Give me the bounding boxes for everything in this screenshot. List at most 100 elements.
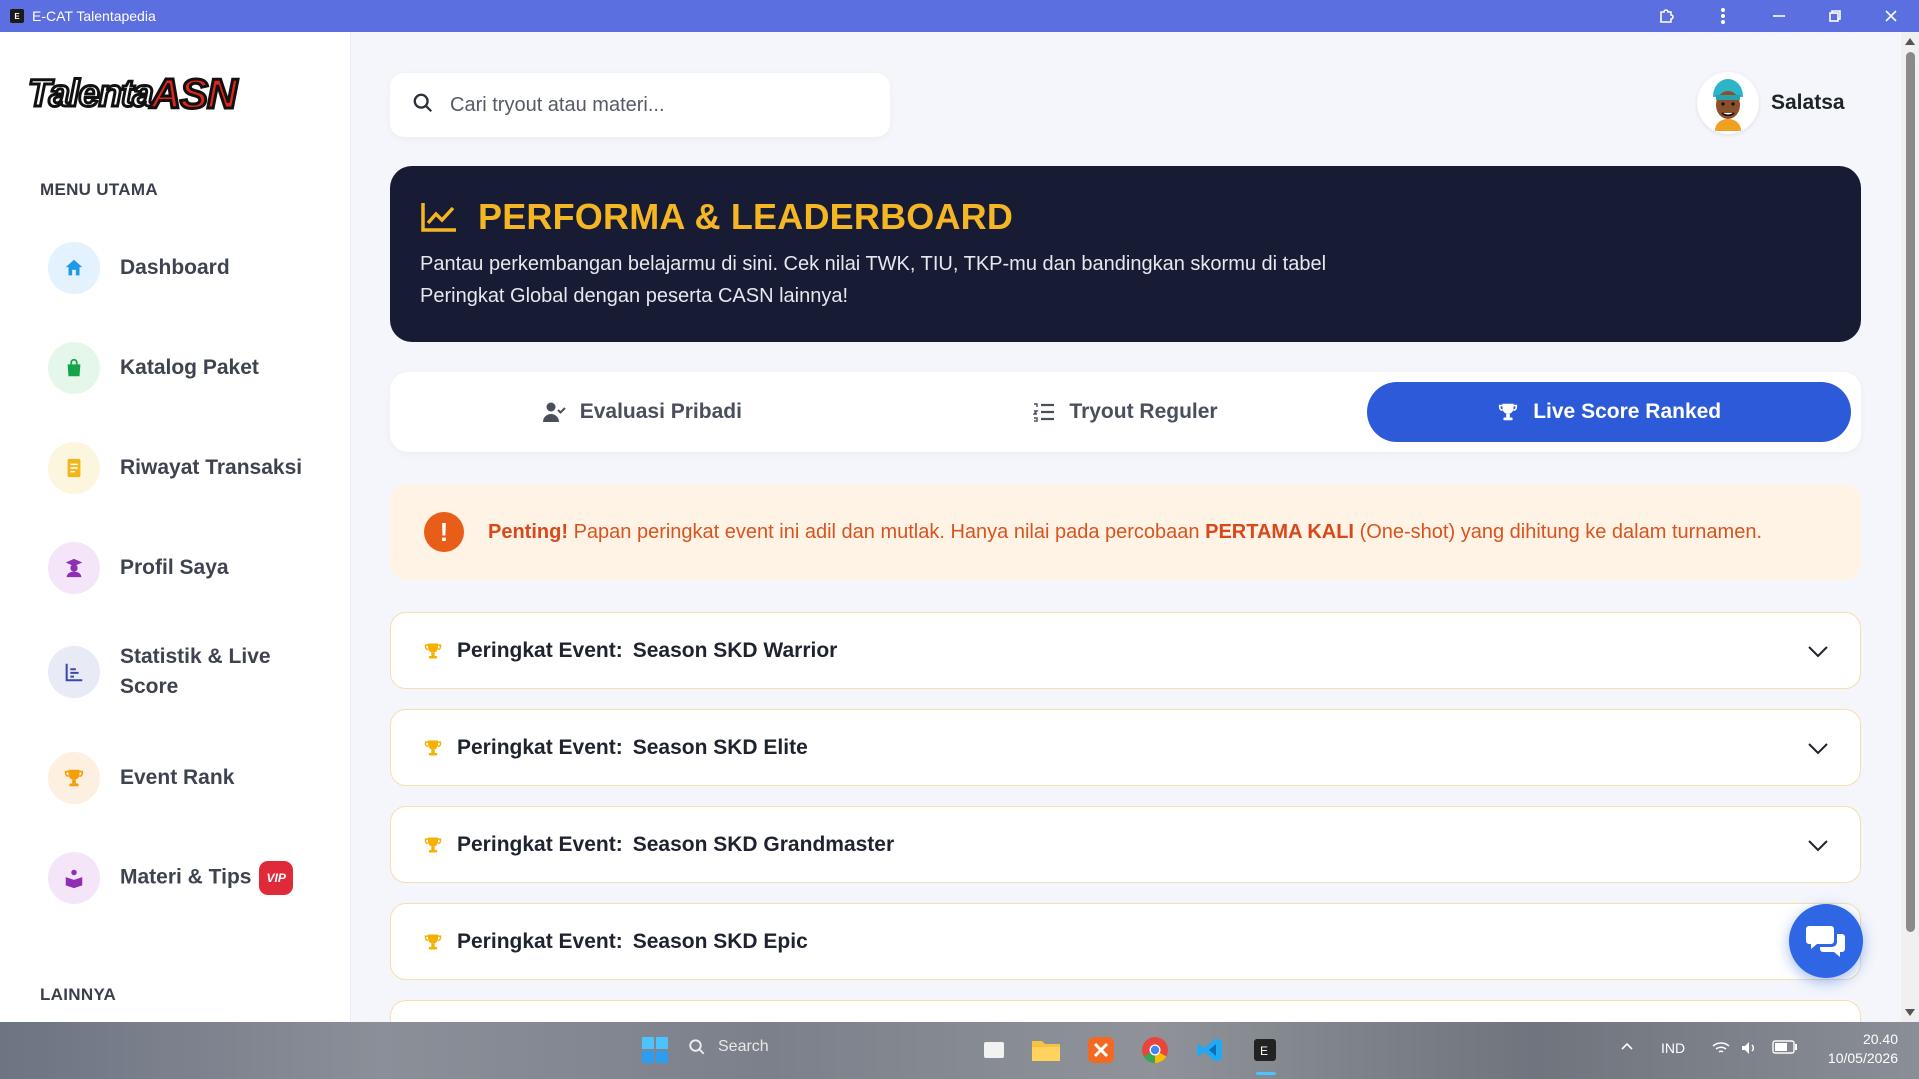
page-scrollbar[interactable] <box>1901 32 1919 1022</box>
wifi-icon[interactable] <box>1712 1040 1730 1059</box>
alert-lead: Penting! <box>488 520 568 543</box>
performance-hero-banner: PERFORMA & LEADERBOARD Pantau perkembang… <box>390 166 1861 342</box>
exclamation-icon: ! <box>424 512 464 552</box>
alert-text-1: Papan peringkat event ini adil dan mutla… <box>573 520 1200 543</box>
sidebar-item-profil-saya[interactable]: Profil Saya <box>48 542 328 594</box>
battery-icon[interactable] <box>1772 1040 1798 1057</box>
search-input[interactable] <box>450 93 850 117</box>
sidebar-item-dashboard[interactable]: Dashboard <box>48 242 328 294</box>
event-accordion-elite[interactable]: Peringkat Event: Season SKD Elite <box>390 709 1861 786</box>
sidebar-item-label: Statistik & Live Score <box>120 645 271 698</box>
trophy-icon <box>1497 401 1519 423</box>
event-accordion-partial[interactable] <box>390 1000 1861 1022</box>
volume-icon[interactable] <box>1740 1040 1758 1059</box>
event-accordion-grandmaster[interactable]: Peringkat Event: Season SKD Grandmaster <box>390 806 1861 883</box>
taskbar-clock[interactable]: 20.40 10/05/2026 <box>1818 1030 1898 1068</box>
sidebar-item-katalog-paket[interactable]: Katalog Paket <box>48 342 328 394</box>
user-profile[interactable]: Salatsa <box>1697 72 1845 134</box>
hero-title: PERFORMA & LEADERBOARD <box>478 196 1014 237</box>
talenta-asn-logo[interactable]: Talenta ASN <box>27 69 239 119</box>
vscode-icon[interactable] <box>1192 1032 1228 1068</box>
chevron-down-icon[interactable] <box>1806 833 1830 863</box>
sidebar-item-event-rank[interactable]: Event Rank <box>48 752 328 804</box>
sidebar: Talenta ASN MENU UTAMA Dashboard Katalog… <box>0 32 351 1022</box>
sidebar-item-riwayat-transaksi[interactable]: Riwayat Transaksi <box>48 442 328 494</box>
event-name: Season SKD Grandmaster <box>632 832 895 856</box>
search-icon <box>689 1039 705 1055</box>
windows-taskbar: Search E IND 20.40 10/05/2026 <box>0 1022 1919 1079</box>
receipt-icon <box>48 442 100 494</box>
event-name: Season SKD Epic <box>632 929 808 953</box>
tab-evaluasi-pribadi[interactable]: Evaluasi Pribadi <box>400 382 884 442</box>
logo-text-asn: ASN <box>149 69 239 119</box>
event-prefix: Peringkat Event: <box>457 735 623 759</box>
tab-label: Evaluasi Pribadi <box>579 400 742 423</box>
search-bar[interactable] <box>390 73 890 137</box>
sidebar-item-materi-tips[interactable]: Materi & Tips VIP <box>48 852 328 904</box>
comments-icon <box>1806 926 1845 957</box>
user-check-icon <box>542 401 566 423</box>
user-name: Salatsa <box>1771 91 1845 114</box>
alert-message: Penting! Papan peringkat event ini adil … <box>488 521 1762 544</box>
chrome-icon[interactable] <box>1137 1032 1173 1068</box>
sidebar-item-statistik-live-score[interactable]: Statistik & Live Score <box>48 642 328 702</box>
alert-text-2: (One-shot) yang dihitung ke dalam turnam… <box>1359 520 1763 543</box>
event-accordion-warrior[interactable]: Peringkat Event: Season SKD Warrior <box>390 612 1861 689</box>
window-titlebar: E E-CAT Talentapedia <box>0 0 1919 32</box>
tab-tryout-reguler[interactable]: Tryout Reguler <box>884 382 1368 442</box>
window-title: E-CAT Talentapedia <box>32 8 156 24</box>
trophy-icon <box>423 738 443 758</box>
search-icon <box>412 92 434 119</box>
scroll-up-arrow[interactable] <box>1905 38 1915 45</box>
restore-button[interactable] <box>1807 0 1863 32</box>
list-ol-icon <box>1033 402 1055 422</box>
chart-icon <box>48 646 100 698</box>
extensions-icon[interactable] <box>1639 0 1695 32</box>
sidebar-item-label: Event Rank <box>120 766 235 789</box>
event-name: Season SKD Elite <box>632 735 808 759</box>
language-indicator[interactable]: IND <box>1661 1040 1685 1056</box>
task-view-icon[interactable] <box>976 1032 1012 1068</box>
shopping-bag-icon <box>48 342 100 394</box>
chat-button[interactable] <box>1789 904 1863 978</box>
sidebar-item-label: Katalog Paket <box>120 356 259 379</box>
hero-title-row: PERFORMA & LEADERBOARD <box>420 196 1831 238</box>
event-prefix: Peringkat Event: <box>457 638 623 662</box>
vip-badge: VIP <box>259 861 293 895</box>
chevron-up-icon[interactable] <box>1620 1040 1634 1057</box>
taskbar-search[interactable]: Search <box>688 1038 769 1056</box>
xampp-icon[interactable] <box>1083 1032 1119 1068</box>
scroll-thumb[interactable] <box>1906 52 1915 932</box>
section-label-main: MENU UTAMA <box>40 180 158 199</box>
line-chart-icon <box>421 203 456 232</box>
close-button[interactable] <box>1863 0 1919 32</box>
event-prefix: Peringkat Event: <box>457 832 623 856</box>
tab-label: Tryout Reguler <box>1069 400 1218 423</box>
event-name: Season SKD Warrior <box>632 638 838 662</box>
logo-text-talenta: Talenta <box>27 71 156 116</box>
section-label-other: LAINNYA <box>40 985 117 1004</box>
chevron-down-icon[interactable] <box>1806 639 1830 669</box>
chevron-down-icon[interactable] <box>1806 736 1830 766</box>
file-explorer-icon[interactable] <box>1028 1032 1064 1068</box>
important-alert: ! Penting! Papan peringkat event ini adi… <box>390 484 1861 580</box>
app-icon: E <box>10 9 24 23</box>
windows-start-icon[interactable] <box>637 1032 673 1068</box>
more-options-icon[interactable] <box>1695 0 1751 32</box>
ecat-app-icon[interactable]: E <box>1247 1032 1283 1068</box>
tab-live-score-ranked[interactable]: Live Score Ranked <box>1367 382 1852 442</box>
trophy-icon <box>48 752 100 804</box>
minimize-button[interactable] <box>1751 0 1807 32</box>
clock-time: 20.40 <box>1862 1031 1898 1047</box>
taskbar-search-label: Search <box>718 1038 769 1055</box>
event-accordion-epic[interactable]: Peringkat Event: Season SKD Epic <box>390 903 1861 980</box>
scroll-down-arrow[interactable] <box>1905 1009 1915 1016</box>
svg-text:E: E <box>1260 1044 1268 1058</box>
avatar[interactable] <box>1697 72 1759 134</box>
leaderboard-tabs: Evaluasi Pribadi Tryout Reguler Live Sco… <box>390 372 1861 452</box>
trophy-icon <box>423 835 443 855</box>
trophy-icon <box>423 932 443 952</box>
tab-label: Live Score Ranked <box>1533 400 1722 423</box>
book-reader-icon <box>48 852 100 904</box>
home-icon <box>48 242 100 294</box>
